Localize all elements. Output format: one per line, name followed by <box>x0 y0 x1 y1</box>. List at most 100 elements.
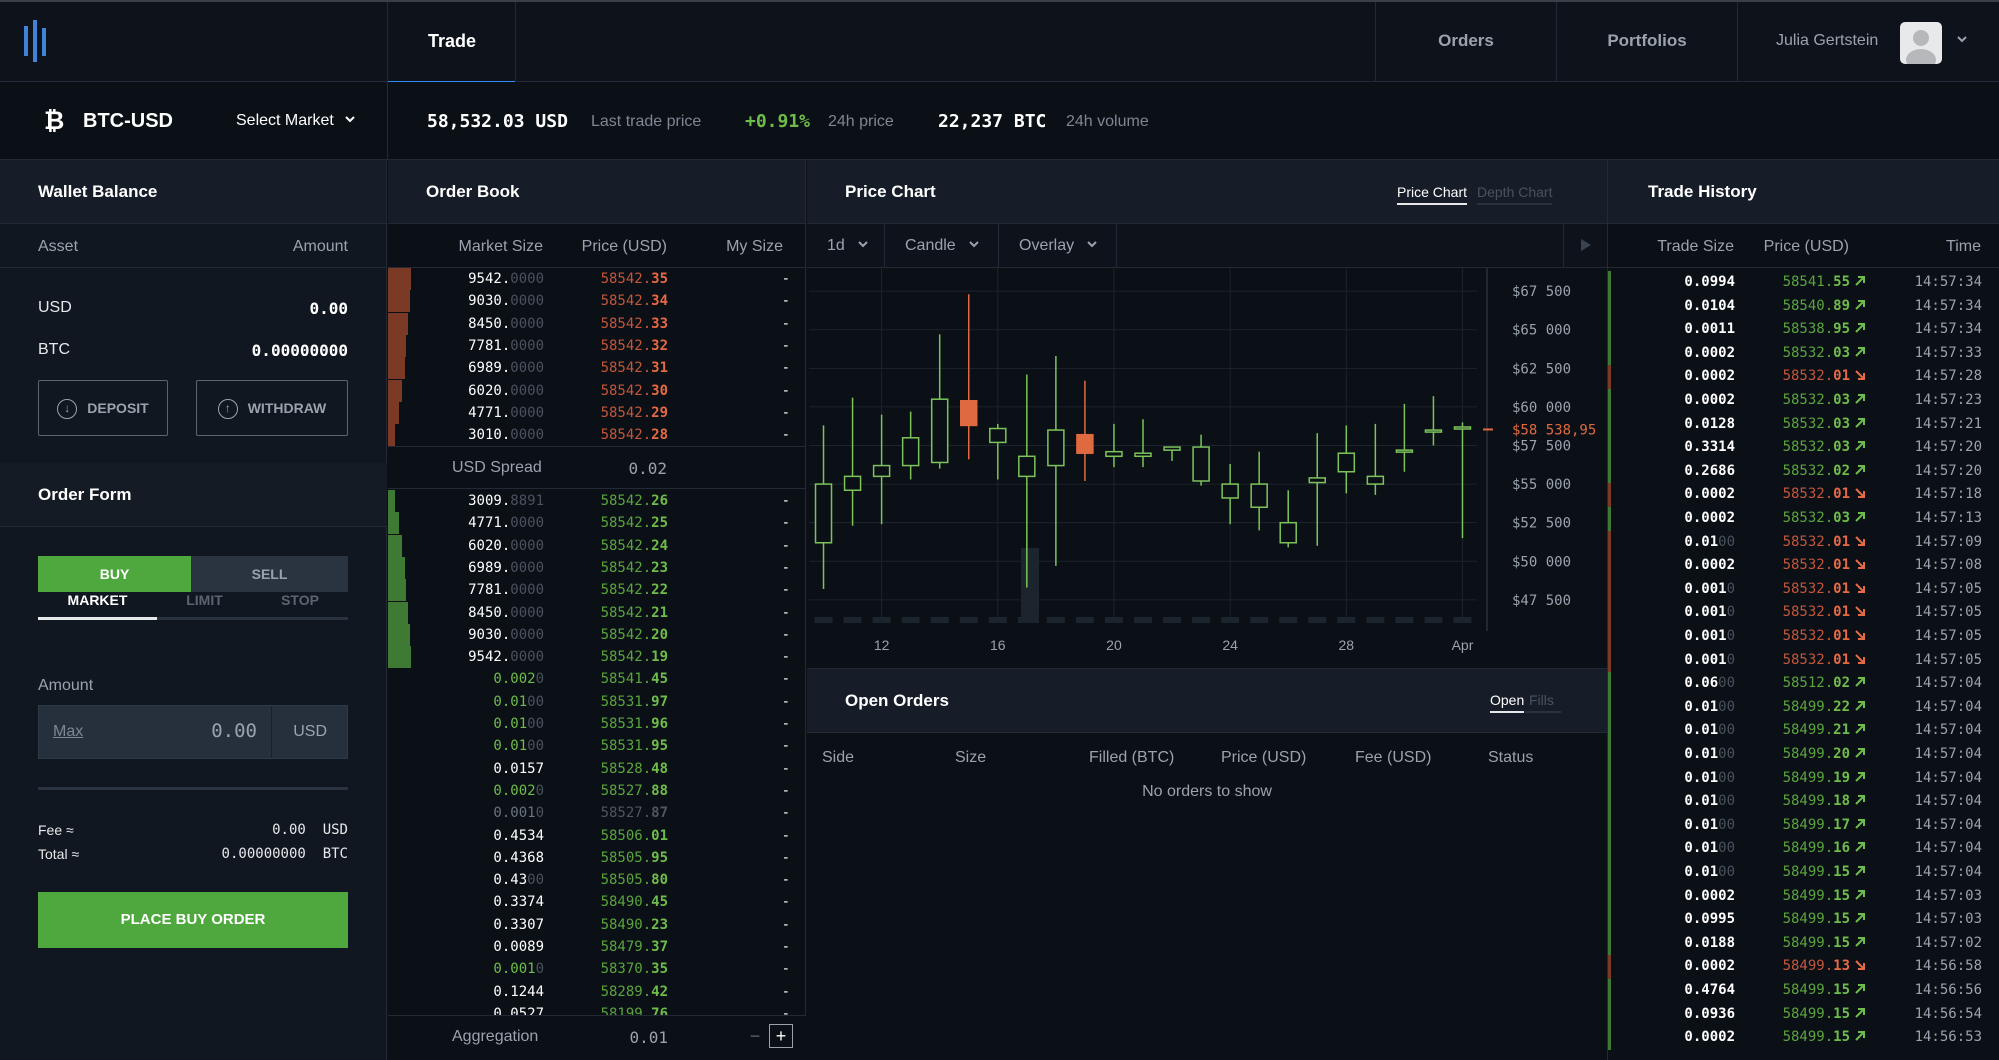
ob-bid-row[interactable]: 0.0100 58531.96 - <box>388 713 806 735</box>
user-name[interactable]: Julia Gertstein <box>1776 32 1878 50</box>
deposit-button[interactable]: ↓ DEPOSIT <box>38 380 168 436</box>
ob-bid-row[interactable]: 8450.0000 58542.21 - <box>388 601 806 624</box>
candle-body <box>872 464 891 478</box>
buy-toggle[interactable]: BUY <box>38 556 191 592</box>
ob-bid-row[interactable]: 0.3374 58490.45 - <box>388 891 806 913</box>
style-select[interactable]: Candle <box>885 224 999 267</box>
trade-side-marker <box>1608 861 1611 885</box>
ob-bid-row[interactable]: 0.0157 58528.48 - <box>388 758 806 780</box>
overlay-select[interactable]: Overlay <box>999 224 1117 267</box>
trade-row: 0.0100 58499.16 14:57:04 <box>1608 837 1999 862</box>
volume-bar <box>843 617 862 623</box>
depth-bar <box>388 401 400 424</box>
ob-ask-row[interactable]: 3010.0000 58542.28 - <box>388 424 806 447</box>
tab-trade[interactable]: Trade <box>388 2 516 84</box>
ob-bid-row[interactable]: 9030.0000 58542.20 - <box>388 623 806 646</box>
trade-size: 0.0002 <box>1684 958 1735 974</box>
trade-price: 58532.01 <box>1783 604 1850 620</box>
place-buy-order-button[interactable]: PLACE BUY ORDER <box>38 892 348 948</box>
interval-select[interactable]: 1d <box>807 224 885 267</box>
ob-bid-row[interactable]: 0.4300 58505.80 - <box>388 869 806 891</box>
ob-ask-row[interactable]: 9542.0000 58542.35 - <box>388 268 806 290</box>
withdraw-arrow-icon: ↑ <box>217 399 238 420</box>
amount-field[interactable]: Max 0.00 USD <box>38 705 348 759</box>
volume-bar <box>1337 617 1356 623</box>
ob-size: 3009.8891 <box>468 493 544 509</box>
ob-bid-row[interactable]: 9542.0000 58542.19 - <box>388 646 806 669</box>
withdraw-button[interactable]: ↑ WITHDRAW <box>196 380 348 436</box>
trade-price-dec: 15 <box>1833 1005 1850 1022</box>
ob-bid-row[interactable]: 0.0010 58370.35 - <box>388 958 806 980</box>
tab-open[interactable]: Open <box>1490 692 1525 713</box>
ob-ask-row[interactable]: 9030.0000 58542.34 - <box>388 290 806 313</box>
ob-bid-row[interactable]: 0.4534 58506.01 - <box>388 825 806 847</box>
ob-bid-row[interactable]: 0.1244 58289.42 - <box>388 981 806 1003</box>
ob-bid-row[interactable]: 0.0100 58531.97 - <box>388 691 806 713</box>
ob-size-int: 9030. <box>468 293 511 310</box>
logo-icon[interactable] <box>24 20 54 64</box>
trade-price: 58499.20 <box>1783 746 1850 762</box>
ob-bid-row[interactable]: 0.3307 58490.23 - <box>388 914 806 936</box>
trade-size: 0.0994 <box>1684 274 1735 290</box>
ob-ask-row[interactable]: 4771.0000 58542.29 - <box>388 401 806 424</box>
trade-price: 58499.15 <box>1783 935 1850 951</box>
price-change: +0.91% <box>745 111 811 132</box>
volume-bar <box>1192 617 1211 623</box>
trade-size-int: 0.06 <box>1684 675 1719 692</box>
sell-toggle[interactable]: SELL <box>191 556 348 592</box>
tab-market[interactable]: MARKET <box>38 592 157 608</box>
trade-price: 58532.03 <box>1783 345 1850 361</box>
trade-price-int: 58532. <box>1782 439 1834 456</box>
ob-bid-row[interactable]: 3009.8891 58542.26 - <box>388 490 806 512</box>
ob-bid-row[interactable]: 0.0020 58527.88 - <box>388 780 806 802</box>
ob-price-dec: 87 <box>651 805 668 822</box>
amount-value[interactable]: 0.00 <box>211 720 257 742</box>
depth-bar <box>388 556 405 579</box>
trade-side-marker <box>1608 813 1611 838</box>
ob-ask-row[interactable]: 6989.0000 58542.31 - <box>388 357 806 380</box>
ob-ask-row[interactable]: 7781.0000 58542.32 - <box>388 334 806 357</box>
arrow-up-right-icon <box>1854 676 1866 692</box>
chart-play-button[interactable] <box>1563 224 1607 267</box>
ob-price-int: 58528. <box>600 760 652 777</box>
max-link[interactable]: Max <box>53 723 83 741</box>
trade-price: 58499.13 <box>1783 958 1850 974</box>
ob-ask-row[interactable]: 8450.0000 58542.33 - <box>388 312 806 335</box>
trade-side-marker <box>1608 389 1611 413</box>
tab-orders[interactable]: Orders <box>1376 2 1556 82</box>
trade-row: 0.0002 58532.03 14:57:23 <box>1608 389 1999 413</box>
ob-bid-row[interactable]: 0.0089 58479.37 - <box>388 936 806 958</box>
tab-stop[interactable]: STOP <box>252 592 348 608</box>
ob-price-dec: 48 <box>651 760 668 777</box>
price-chart-canvas[interactable]: $67 500 $65 000 $62 500 $60 000 $57 500 $55 0… <box>807 268 1607 668</box>
aggregation-minus-button[interactable]: − <box>743 1024 767 1048</box>
tab-fills[interactable]: Fills <box>1525 692 1561 713</box>
ob-bid-row[interactable]: 6989.0000 58542.23 - <box>388 556 806 579</box>
tab-portfolios[interactable]: Portfolios <box>1557 2 1737 82</box>
select-market-button[interactable]: Select Market <box>236 112 356 130</box>
ob-bid-row[interactable]: 0.0020 58541.45 - <box>388 668 806 690</box>
ob-size-int: 7781. <box>468 337 511 354</box>
oo-col-size: Size <box>955 749 987 766</box>
aggregation-plus-button[interactable]: + <box>769 1024 793 1048</box>
tab-limit[interactable]: LIMIT <box>157 592 252 608</box>
candle-body <box>901 437 920 467</box>
user-menu-chevron-icon[interactable] <box>1956 32 1968 50</box>
trade-time: 14:57:04 <box>1914 793 1982 810</box>
tab-price-chart[interactable]: Price Chart <box>1397 184 1468 205</box>
ob-bid-row[interactable]: 0.0100 58531.95 - <box>388 735 806 757</box>
ob-bid-row[interactable]: 4771.0000 58542.25 - <box>388 512 806 535</box>
ob-bid-row[interactable]: 0.4368 58505.95 - <box>388 847 806 869</box>
depth-bar <box>388 512 400 535</box>
ob-price-dec: 22 <box>651 582 668 599</box>
trade-price-int: 58499. <box>1782 958 1834 975</box>
ob-bid-row[interactable]: 6020.0000 58542.24 - <box>388 534 806 557</box>
ob-bid-row[interactable]: 7781.0000 58542.22 - <box>388 579 806 602</box>
ob-ask-row[interactable]: 6020.0000 58542.30 - <box>388 379 806 402</box>
ob-my-size: - <box>781 894 790 911</box>
ob-bid-row[interactable]: 0.0010 58527.87 - <box>388 802 806 824</box>
ob-price-dec: 25 <box>651 515 668 532</box>
tab-depth-chart[interactable]: Depth Chart <box>1477 184 1553 205</box>
avatar[interactable] <box>1900 22 1942 64</box>
trade-price-dec: 22 <box>1833 698 1850 715</box>
